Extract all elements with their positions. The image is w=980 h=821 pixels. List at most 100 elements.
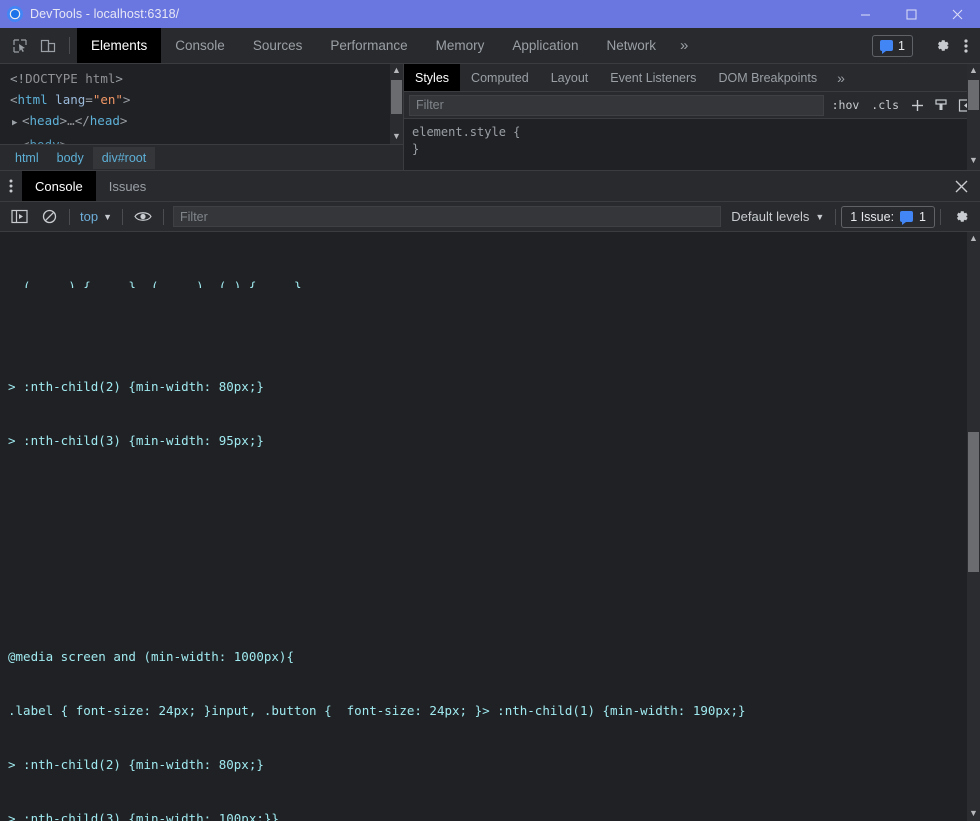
scroll-up-arrow-icon[interactable]: ▲ [392, 64, 401, 76]
tab-dom-breakpoints[interactable]: DOM Breakpoints [707, 64, 828, 91]
console-message-list[interactable]: ( ... ) { ... } ( ... ) ( ) { ... } > :n… [0, 232, 967, 821]
styles-scroll-up-arrow-icon[interactable]: ▲ [969, 64, 978, 76]
toolbar-divider [69, 37, 70, 54]
console-scroll-down-arrow-icon[interactable]: ▼ [969, 807, 978, 820]
console-scroll-up-arrow-icon[interactable]: ▲ [969, 232, 978, 245]
styles-filter-row: Filter :hov .cls [404, 92, 980, 119]
clear-console-icon[interactable] [34, 202, 64, 232]
styles-scrollbar-thumb[interactable] [968, 80, 979, 110]
message-bubble-icon [880, 40, 894, 54]
hov-button[interactable]: :hov [826, 92, 866, 118]
devtools-main-toolbar: Elements Console Sources Performance Mem… [0, 28, 980, 64]
styles-scroll-down-arrow-icon[interactable]: ▼ [969, 154, 978, 166]
console-toolbar-divider-5 [940, 208, 941, 225]
style-rule-line-2[interactable]: } [412, 141, 980, 158]
log-gap [0, 540, 967, 558]
scrollbar-thumb[interactable] [391, 80, 402, 114]
tab-elements[interactable]: Elements [77, 28, 162, 63]
tab-application[interactable]: Application [498, 28, 592, 63]
dom-line-doctype[interactable]: <!DOCTYPE html> [10, 68, 403, 89]
tab-computed[interactable]: Computed [460, 64, 540, 91]
tab-layout[interactable]: Layout [540, 64, 600, 91]
console-filter-input[interactable]: Filter [173, 206, 722, 227]
inspect-element-icon[interactable] [6, 28, 34, 63]
window-title: DevTools - localhost:6318/ [30, 7, 180, 21]
close-icon[interactable] [934, 0, 980, 28]
log-line: > :nth-child(3) {min-width: 95px;} [8, 433, 264, 448]
minimize-icon[interactable] [842, 0, 888, 28]
console-scrollbar-thumb[interactable] [968, 432, 979, 572]
log-line: .label { font-size: 24px; }input, .butto… [8, 703, 746, 718]
log-line: > :nth-child(3) {min-width: 100px;}} [8, 811, 279, 821]
tab-network[interactable]: Network [592, 28, 670, 63]
maximize-icon[interactable] [888, 0, 934, 28]
breadcrumb-item-html[interactable]: html [6, 147, 48, 169]
console-sidebar-icon[interactable] [4, 202, 34, 232]
drawer-tab-issues[interactable]: Issues [96, 171, 160, 201]
live-expression-icon[interactable] [128, 202, 158, 232]
console-issues-count: 1 [919, 209, 926, 224]
console-filter-placeholder: Filter [180, 209, 208, 224]
drawer-tab-console[interactable]: Console [22, 171, 96, 201]
styles-rules[interactable]: element.style { } [404, 119, 980, 158]
console-toolbar: top ▼ Filter Default levels ▼ 1 Issue: 1 [0, 202, 980, 232]
toolbar-right-group: 1 [872, 28, 980, 63]
console-toolbar-divider-3 [163, 208, 164, 225]
more-tabs-chevron-icon[interactable]: » [670, 28, 698, 63]
log-levels-selector[interactable]: Default levels ▼ [725, 209, 830, 224]
tab-memory[interactable]: Memory [422, 28, 499, 63]
breadcrumb-item-body[interactable]: body [48, 147, 93, 169]
close-icon[interactable] [942, 171, 980, 201]
console-settings-gear-icon[interactable] [946, 202, 976, 232]
execution-context-selector[interactable]: top ▼ [75, 209, 117, 224]
kebab-menu-icon[interactable] [956, 32, 976, 60]
issues-count: 1 [898, 38, 905, 53]
console-toolbar-divider-4 [835, 208, 837, 225]
console-issues-button[interactable]: 1 Issue: 1 [841, 205, 935, 228]
console-message-clipped[interactable]: ( ... ) { ... } ( ... ) ( ) { ... } [0, 278, 967, 288]
breadcrumb-item-div-root[interactable]: div#root [92, 146, 156, 169]
chevron-down-icon: ▼ [103, 211, 112, 222]
console-output[interactable]: ( ... ) { ... } ( ... ) ( ) { ... } > :n… [0, 232, 980, 821]
styles-tabbar: Styles Computed Layout Event Listeners D… [404, 64, 980, 92]
expand-triangle-icon[interactable]: ▶ [12, 113, 22, 134]
chevron-down-icon-2: ▼ [815, 211, 825, 222]
console-drawer: Console Issues top ▼ Filter Default leve… [0, 170, 980, 821]
tab-sources[interactable]: Sources [239, 28, 317, 63]
styles-filter-input[interactable]: Filter [409, 94, 824, 116]
tab-styles[interactable]: Styles [404, 64, 461, 91]
elements-styles-split: <!DOCTYPE html> <html lang="en"> ▶ <head>… [0, 64, 980, 170]
dom-line-head[interactable]: ▶ <head>…</head> [10, 110, 403, 134]
console-message-2[interactable]: @media screen and (min-width: 1000px){ .… [0, 612, 967, 821]
chrome-devtools-logo-icon [7, 6, 23, 22]
log-line: > :nth-child(2) {min-width: 80px;} [8, 757, 264, 772]
log-levels-label: Default levels [731, 209, 810, 224]
log-line: > :nth-child(2) {min-width: 80px;} [8, 379, 264, 394]
tab-performance[interactable]: Performance [316, 28, 421, 63]
styles-scrollbar[interactable]: ▲ ▼ [967, 64, 980, 170]
console-toolbar-divider [69, 208, 70, 225]
tab-event-listeners[interactable]: Event Listeners [599, 64, 707, 91]
drawer-kebab-menu-icon[interactable] [0, 171, 22, 201]
console-message-1[interactable]: > :nth-child(2) {min-width: 80px;} > :nt… [0, 342, 967, 486]
plus-icon[interactable] [905, 98, 929, 113]
dom-line-html[interactable]: <html lang="en"> [10, 89, 403, 110]
styles-filter-placeholder: Filter [416, 98, 444, 112]
clipped-line: ( ... ) { ... } ( ... ) ( ) { ... } [8, 279, 302, 288]
window-titlebar: DevTools - localhost:6318/ [0, 0, 980, 28]
styles-more-tabs-chevron-icon[interactable]: » [828, 64, 854, 91]
device-toolbar-icon[interactable] [34, 28, 62, 63]
style-rule-line-1[interactable]: element.style { [412, 124, 980, 141]
message-bubble-icon-2 [900, 211, 914, 225]
tab-console[interactable]: Console [161, 28, 239, 63]
issues-badge-button[interactable]: 1 [872, 34, 913, 57]
gear-icon[interactable] [928, 32, 956, 60]
style-paint-icon[interactable] [929, 98, 953, 112]
execution-context-label: top [80, 209, 99, 224]
console-scrollbar[interactable]: ▲ ▼ [967, 232, 980, 821]
console-issues-label: 1 Issue: [850, 209, 895, 224]
cls-button[interactable]: .cls [865, 92, 905, 118]
scroll-down-arrow-icon[interactable]: ▼ [392, 130, 401, 142]
drawer-tabbar: Console Issues [0, 171, 980, 202]
console-toolbar-divider-2 [122, 208, 123, 225]
